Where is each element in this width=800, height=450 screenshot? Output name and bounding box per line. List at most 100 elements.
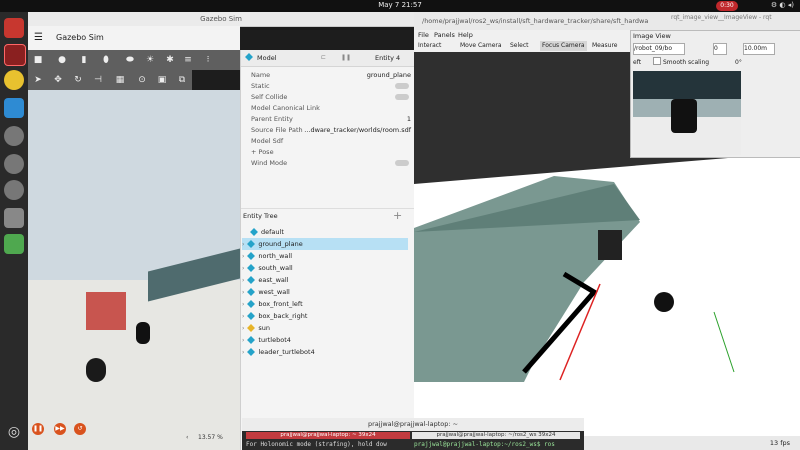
- menu-help[interactable]: Help: [458, 31, 473, 39]
- disk-icon[interactable]: [4, 208, 24, 228]
- tree-item-box-front-left[interactable]: › box_front_left: [242, 298, 408, 310]
- scene-zoom-arrow-icon[interactable]: ‹: [186, 434, 188, 441]
- tool-focus-camera[interactable]: Focus Camera: [540, 41, 587, 51]
- prop-wind-mode-row: Wind Mode: [251, 158, 411, 168]
- tool-measure[interactable]: Measure: [592, 41, 618, 51]
- model-icon: [247, 264, 256, 272]
- gazebo-app-icon[interactable]: [4, 44, 26, 66]
- sphere-shape-icon[interactable]: ●: [56, 54, 68, 66]
- add-entity-icon[interactable]: +: [393, 209, 402, 222]
- rqt-image-view-window: rqt_image_view__ImageView - rqt Image Vi…: [630, 14, 800, 158]
- terminal-window[interactable]: prajjwal@prajjwal-laptop: ~ prajjwal@pra…: [242, 418, 584, 450]
- terminal-app-icon[interactable]: [4, 18, 24, 38]
- show-apps-icon[interactable]: ◎: [4, 424, 24, 444]
- copy-icon[interactable]: ⧉: [176, 74, 188, 86]
- more-options-icon[interactable]: ⁝: [202, 54, 214, 66]
- cylinder-shape-icon[interactable]: ▮: [78, 54, 90, 66]
- turtlebot-model[interactable]: [136, 322, 150, 344]
- camera-image-sky: [633, 71, 741, 99]
- expand-chevron-icon[interactable]: ›: [242, 325, 244, 332]
- prop-self-collide-row: Self Collide: [251, 92, 411, 102]
- tree-item-box-back-right[interactable]: › box_back_right: [242, 310, 408, 322]
- expand-chevron-icon[interactable]: ›: [242, 265, 244, 272]
- gazebo-3d-scene[interactable]: [28, 90, 240, 450]
- tree-item-turtlebot4[interactable]: › turtlebot4: [242, 334, 408, 346]
- expand-chevron-icon[interactable]: ›: [242, 241, 244, 248]
- clock[interactable]: May 7 21:57: [0, 1, 800, 9]
- menu-panels[interactable]: Panels: [434, 31, 455, 39]
- grid-icon[interactable]: ▦: [114, 74, 126, 86]
- red-box-model[interactable]: [86, 292, 126, 330]
- hamburger-menu-icon[interactable]: ☰: [34, 32, 43, 43]
- leader-turtlebot-model[interactable]: [86, 358, 106, 382]
- lock-icon[interactable]: ⊏: [321, 54, 326, 61]
- expand-chevron-icon[interactable]: ›: [242, 313, 244, 320]
- settings-gear-icon-3[interactable]: [4, 180, 24, 200]
- expand-chevron-icon[interactable]: ›: [242, 289, 244, 296]
- self-collide-toggle[interactable]: [395, 94, 409, 100]
- tool-move-camera[interactable]: Move Camera: [460, 41, 502, 51]
- tool-interact[interactable]: Interact: [418, 41, 441, 51]
- wind-mode-toggle[interactable]: [395, 160, 409, 166]
- reset-button[interactable]: ↺: [74, 423, 86, 435]
- screenshot-icon[interactable]: ⊙: [136, 74, 148, 86]
- ellipsoid-shape-icon[interactable]: ⬬: [124, 54, 136, 66]
- depth-min-spinbox[interactable]: 0: [713, 43, 727, 55]
- spot-light-icon[interactable]: ✱: [164, 54, 176, 66]
- box-shape-icon[interactable]: ■: [32, 54, 44, 66]
- fps-readout: 13 fps: [769, 439, 790, 447]
- translate-mode-icon[interactable]: ✥: [52, 74, 64, 86]
- settings-gear-icon-2[interactable]: [4, 154, 24, 174]
- prop-static-row: Static: [251, 81, 411, 91]
- entity-id: Entity 4: [375, 54, 401, 62]
- play-pause-button[interactable]: ❚❚: [32, 423, 44, 435]
- rotate-mode-icon[interactable]: ↻: [72, 74, 84, 86]
- tree-item-ground-plane[interactable]: › ground_plane: [242, 238, 408, 250]
- scene-zoom-readout: 13.57 %: [198, 434, 223, 441]
- expand-chevron-icon[interactable]: ›: [242, 349, 244, 356]
- model-icon: [247, 300, 256, 308]
- prop-name-value[interactable]: ground_plane: [367, 70, 411, 80]
- tree-item-sun[interactable]: › sun: [242, 322, 408, 334]
- model-icon: [247, 276, 256, 284]
- expand-chevron-icon[interactable]: ›: [242, 253, 244, 260]
- tree-item-leader-turtlebot4[interactable]: › leader_turtlebot4: [242, 346, 408, 358]
- fit-checkbox-label[interactable]: eft: [633, 59, 641, 66]
- expand-chevron-icon[interactable]: ›: [242, 337, 244, 344]
- tree-item-default[interactable]: default: [242, 226, 408, 238]
- settings-gear-icon[interactable]: [4, 126, 24, 146]
- tool-select[interactable]: Select: [510, 41, 529, 51]
- screen-recording-indicator[interactable]: 0:30: [716, 1, 738, 11]
- inspector-type-label: Model: [257, 54, 277, 62]
- select-mode-icon[interactable]: ➤: [32, 74, 44, 86]
- snap-icon[interactable]: ⊣: [92, 74, 104, 86]
- tree-item-west-wall[interactable]: › west_wall: [242, 286, 408, 298]
- prop-name-row: Name ground_plane: [251, 70, 411, 80]
- terminal-tab-1[interactable]: prajjwal@prajjwal-laptop: ~ 39x24: [246, 432, 410, 439]
- expand-chevron-icon[interactable]: ›: [242, 277, 244, 284]
- tree-item-east-wall[interactable]: › east_wall: [242, 274, 408, 286]
- system-tray-icons[interactable]: ⚙ ◐ ◂): [771, 1, 794, 9]
- tree-item-north-wall[interactable]: › north_wall: [242, 250, 408, 262]
- pause-icon[interactable]: ❚❚: [341, 54, 351, 61]
- prop-pose-row[interactable]: + Pose: [251, 147, 411, 157]
- terminal-tab-2[interactable]: prajjwal@prajjwal-laptop: ~/ros2_ws 39x2…: [412, 432, 580, 439]
- point-light-icon[interactable]: ☀: [144, 54, 156, 66]
- directional-light-icon[interactable]: ≡: [182, 54, 194, 66]
- step-button[interactable]: ▶▶: [54, 423, 66, 435]
- menu-file[interactable]: File: [418, 31, 429, 39]
- expand-chevron-icon[interactable]: ›: [242, 301, 244, 308]
- topic-select[interactable]: /robot_09/bo: [633, 43, 685, 55]
- trash-icon[interactable]: [4, 234, 24, 254]
- chrome-icon[interactable]: [4, 70, 24, 90]
- static-toggle[interactable]: [395, 83, 409, 89]
- vscode-icon[interactable]: [4, 98, 24, 118]
- model-icon: [247, 288, 256, 296]
- leader-robot-marker: [654, 292, 674, 312]
- tree-item-south-wall[interactable]: › south_wall: [242, 262, 408, 274]
- depth-max-spinbox[interactable]: 10.00m: [743, 43, 775, 55]
- image-icon[interactable]: ▣: [156, 74, 168, 86]
- rviz-window-title: /home/prajjwal/ros2_ws/install/sft_hardw…: [422, 17, 649, 25]
- smooth-scaling-checkbox[interactable]: [653, 57, 661, 65]
- capsule-shape-icon[interactable]: ⬮: [100, 54, 112, 66]
